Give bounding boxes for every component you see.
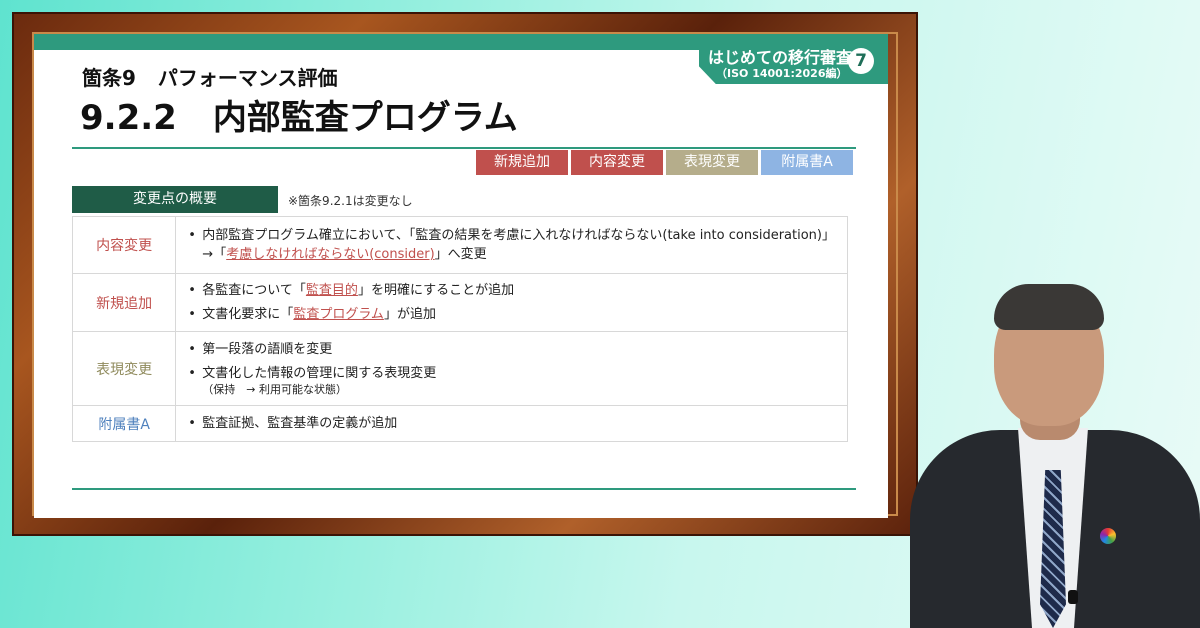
presenter-figure: [890, 270, 1200, 628]
table-row: 新規追加 各監査について「監査目的」を明確にすることが追加 文書化要求に「監査プ…: [71, 273, 848, 332]
title-divider: [72, 147, 856, 149]
highlighted-term: 監査目的: [305, 283, 358, 298]
series-badge: はじめての移行審査 （ISO 14001:2026編） 7: [699, 40, 888, 84]
category-new-addition: 新規追加: [71, 273, 177, 332]
legend-content-change: 内容変更: [571, 150, 663, 175]
presenter-hair: [994, 284, 1104, 330]
sdgs-pin-icon: [1100, 528, 1116, 544]
text-prefix: 各監査について「: [202, 283, 306, 298]
change-item: 文書化した情報の管理に関する表現変更: [188, 364, 835, 383]
highlighted-term: 考慮しなければならない(consider): [226, 247, 435, 262]
change-item: 内部監査プログラム確立において、「監査の結果を考慮に入れなければならない(tak…: [188, 226, 835, 245]
text-suffix: 」が追加: [383, 307, 436, 322]
change-item-note: （保持 → 利用可能な状態）: [202, 383, 348, 396]
table-row: 内容変更 内部監査プログラム確立において、「監査の結果を考慮に入れなければならな…: [71, 216, 848, 274]
row-items: 監査証拠、監査基準の定義が追加: [175, 405, 848, 442]
category-content-change: 内容変更: [71, 216, 177, 274]
table-row: 表現変更 第一段落の語順を変更 文書化した情報の管理に関する表現変更 （保持 →…: [71, 331, 848, 406]
summary-label: 変更点の概要: [72, 186, 278, 213]
change-item-continuation: →「考慮しなければならない(consider)」へ変更: [188, 245, 835, 264]
table-row: 附属書A 監査証拠、監査基準の定義が追加: [71, 405, 848, 442]
category-expression-change: 表現変更: [71, 331, 177, 406]
row-items: 第一段落の語順を変更 文書化した情報の管理に関する表現変更 （保持 → 利用可能…: [175, 331, 848, 406]
bottom-divider: [72, 488, 856, 490]
legend-annex-a: 附属書A: [761, 150, 853, 175]
category-annex-a: 附属書A: [71, 405, 177, 442]
clause-title: 箇条9 パフォーマンス評価: [82, 62, 338, 91]
summary-note: ※箇条9.2.1は変更なし: [288, 194, 413, 208]
section-number: 9.2.2: [80, 98, 177, 138]
change-item: 第一段落の語順を変更: [188, 340, 835, 359]
text-suffix: 」を明確にすることが追加: [357, 283, 515, 298]
clause-number: 箇条9: [82, 66, 136, 90]
legend-expression-change: 表現変更: [666, 150, 758, 175]
change-type-legend: 新規追加 内容変更 表現変更 附属書A: [476, 150, 853, 175]
slide: はじめての移行審査 （ISO 14001:2026編） 7 箇条9 パフォーマンス…: [34, 34, 888, 518]
page-title: 9.2.2 内部監査プログラム: [80, 90, 518, 139]
series-number-badge: 7: [848, 48, 874, 74]
clause-name: パフォーマンス評価: [157, 66, 338, 90]
section-name: 内部監査プログラム: [212, 98, 518, 138]
row-items: 各監査について「監査目的」を明確にすることが追加 文書化要求に「監査プログラム」…: [175, 273, 848, 332]
change-item: 文書化要求に「監査プログラム」が追加: [188, 305, 835, 324]
changes-table: 内容変更 内部監査プログラム確立において、「監査の結果を考慮に入れなければならな…: [71, 216, 848, 442]
change-item: 監査証拠、監査基準の定義が追加: [188, 414, 835, 433]
highlighted-term: 監査プログラム: [293, 307, 384, 322]
change-item: 各監査について「監査目的」を明確にすることが追加: [188, 281, 835, 300]
text-suffix: 」へ変更: [434, 247, 487, 262]
text-prefix: →「: [202, 247, 227, 262]
text-prefix: 文書化要求に「: [202, 307, 294, 322]
legend-new-addition: 新規追加: [476, 150, 568, 175]
row-items: 内部監査プログラム確立において、「監査の結果を考慮に入れなければならない(tak…: [175, 216, 848, 274]
lapel-mic-icon: [1068, 590, 1078, 604]
series-subtitle: （ISO 14001:2026編）: [716, 67, 848, 80]
